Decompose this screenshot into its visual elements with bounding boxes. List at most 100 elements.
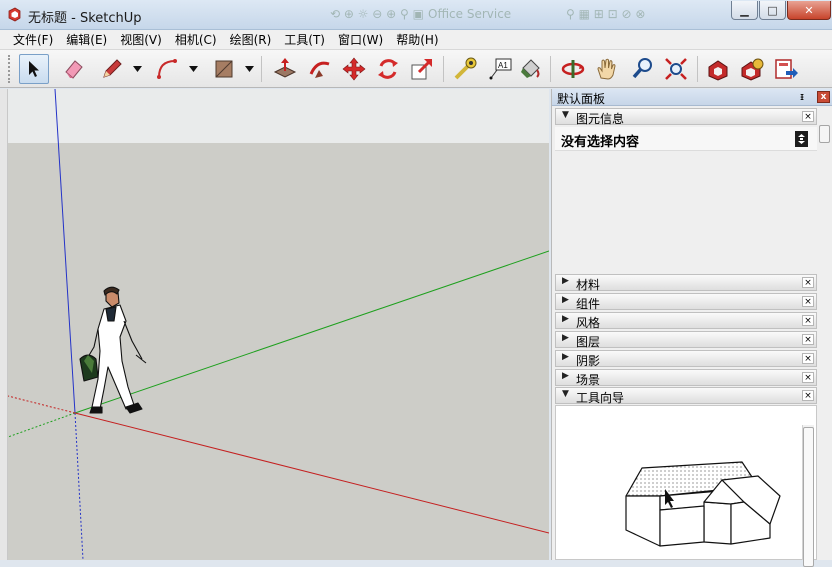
- scale-tool-button[interactable]: [407, 54, 437, 84]
- expand-triangle-icon: ▶: [562, 314, 569, 324]
- select-tool-button[interactable]: [19, 54, 49, 84]
- eraser-tool-button[interactable]: [59, 54, 89, 84]
- extension-warehouse-icon: [741, 58, 764, 81]
- tray-scrollbar[interactable]: [818, 109, 831, 271]
- close-icon[interactable]: ×: [802, 390, 814, 401]
- menu-view[interactable]: 视图(V): [115, 31, 167, 48]
- 3d-warehouse-button[interactable]: [703, 54, 733, 84]
- text-tool-button[interactable]: A1: [485, 54, 515, 84]
- arc-icon: [157, 59, 177, 79]
- scrollbar-thumb[interactable]: [819, 125, 830, 143]
- close-icon[interactable]: ×: [802, 315, 814, 326]
- main-toolbar: A1: [0, 50, 832, 88]
- section-label: 阴影: [576, 354, 601, 368]
- section-styles[interactable]: ▶ 风格 ×: [555, 312, 817, 330]
- blue-axis-negative-line: [74, 412, 84, 560]
- warehouse-icon: [708, 60, 728, 81]
- shape-dropdown-arrow[interactable]: [244, 63, 254, 75]
- menu-bar: 文件(F) 编辑(E) 视图(V) 相机(C) 绘图(R) 工具(T) 窗口(W…: [0, 30, 832, 50]
- pan-tool-button[interactable]: [592, 54, 622, 84]
- eraser-icon: [65, 60, 83, 79]
- zoom-magnifier-icon: [632, 58, 652, 79]
- arc-dropdown-arrow[interactable]: [188, 63, 198, 75]
- close-icon[interactable]: ×: [802, 111, 814, 122]
- collapse-triangle-icon: ▼: [562, 389, 569, 399]
- close-icon[interactable]: ×: [802, 353, 814, 364]
- paint-bucket-tool-button[interactable]: [515, 54, 545, 84]
- section-instructor[interactable]: ▼ 工具向导 ×: [555, 387, 817, 405]
- toolbar-separator: [697, 56, 698, 82]
- extension-warehouse-button[interactable]: [737, 54, 767, 84]
- section-components[interactable]: ▶ 组件 ×: [555, 293, 817, 311]
- menu-draw[interactable]: 绘图(R): [225, 31, 277, 48]
- maximize-button[interactable]: □: [759, 1, 786, 20]
- menu-tools[interactable]: 工具(T): [279, 31, 330, 48]
- toolbar-separator: [550, 56, 551, 82]
- send-to-layout-icon: [775, 59, 798, 79]
- scene-drawing: [8, 89, 549, 560]
- entity-info-panel: 没有选择内容: [555, 127, 817, 271]
- shape-tool-button[interactable]: [209, 54, 239, 84]
- menu-help[interactable]: 帮助(H): [391, 31, 443, 48]
- pencil-dropdown-arrow[interactable]: [132, 63, 142, 75]
- entity-info-header[interactable]: ▼ 图元信息 ×: [555, 108, 817, 126]
- section-label: 场景: [576, 373, 601, 387]
- toolbar-grip[interactable]: [8, 55, 12, 83]
- minimize-button[interactable]: ▁: [731, 1, 758, 20]
- push-pull-tool-button[interactable]: [270, 54, 300, 84]
- text-label-icon: A1: [489, 58, 512, 80]
- instructor-panel: [555, 405, 817, 560]
- section-layers[interactable]: ▶ 图层 ×: [555, 331, 817, 349]
- expand-triangle-icon: ▶: [562, 333, 569, 343]
- scrollbar-thumb[interactable]: [803, 427, 814, 567]
- blue-axis-line: [54, 89, 76, 414]
- viewport-left-border: [0, 89, 8, 560]
- section-label: 风格: [576, 316, 601, 330]
- close-icon[interactable]: ×: [802, 334, 814, 345]
- toggle-details-icon: [798, 134, 805, 144]
- default-tray: 默认面板 ᵻ x ▼ 图元信息 × 没有选择内容 ▶ 材料 × ▶ 组件 × ▶…: [551, 89, 832, 567]
- arc-tool-button[interactable]: [153, 54, 183, 84]
- send-to-layout-button[interactable]: [771, 54, 801, 84]
- menu-camera[interactable]: 相机(C): [170, 31, 222, 48]
- section-label: 组件: [576, 297, 601, 311]
- zoom-tool-button[interactable]: [628, 54, 658, 84]
- select-arrow-icon: [29, 61, 39, 77]
- expand-triangle-icon: ▶: [562, 371, 569, 381]
- expand-triangle-icon: ▶: [562, 352, 569, 362]
- expand-triangle-icon: ▶: [562, 276, 569, 286]
- pencil-tool-button[interactable]: [97, 54, 127, 84]
- menu-edit[interactable]: 编辑(E): [61, 31, 112, 48]
- zoom-extents-tool-button[interactable]: [661, 54, 691, 84]
- tray-header: 默认面板 ᵻ x: [552, 89, 832, 106]
- section-label: 图层: [576, 335, 601, 349]
- close-icon[interactable]: ×: [802, 277, 814, 288]
- section-materials[interactable]: ▶ 材料 ×: [555, 274, 817, 292]
- red-axis-line: [74, 412, 549, 534]
- zoom-extents-icon: [665, 58, 687, 80]
- red-axis-negative-line: [8, 395, 76, 414]
- rotate-tool-button[interactable]: [373, 54, 403, 84]
- orbit-tool-button[interactable]: [558, 54, 588, 84]
- menu-file[interactable]: 文件(F): [8, 31, 58, 48]
- instructor-scrollbar[interactable]: [802, 425, 814, 567]
- follow-me-tool-button[interactable]: [305, 54, 335, 84]
- close-icon[interactable]: ×: [802, 296, 814, 307]
- tray-close-button[interactable]: x: [817, 91, 830, 103]
- move-tool-button[interactable]: [339, 54, 369, 84]
- menu-window[interactable]: 窗口(W): [333, 31, 388, 48]
- pin-icon[interactable]: ᵻ: [800, 90, 804, 103]
- paint-bucket-icon: [521, 59, 540, 78]
- push-pull-icon: [273, 58, 297, 78]
- close-icon[interactable]: ×: [802, 372, 814, 383]
- section-shadows[interactable]: ▶ 阴影 ×: [555, 350, 817, 368]
- tape-measure-tool-button[interactable]: [450, 54, 480, 84]
- section-label: 材料: [576, 278, 601, 292]
- 3d-viewport[interactable]: [8, 89, 549, 560]
- toggle-details-button[interactable]: [795, 131, 808, 147]
- svg-text:A1: A1: [498, 61, 508, 70]
- collapse-triangle-icon: ▼: [562, 110, 569, 120]
- expand-triangle-icon: ▶: [562, 295, 569, 305]
- close-button[interactable]: ✕: [787, 1, 831, 20]
- section-scenes[interactable]: ▶ 场景 ×: [555, 369, 817, 387]
